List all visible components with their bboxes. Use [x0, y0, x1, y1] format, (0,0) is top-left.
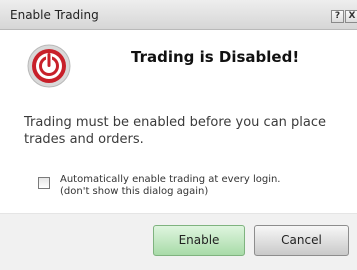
enable-trading-dialog: Enable Trading ? X Trading is Disabled! …	[0, 0, 357, 270]
dialog-message: Trading must be enabled before you can p…	[24, 115, 327, 147]
auto-enable-label[interactable]: Automatically enable trading at every lo…	[60, 174, 281, 198]
auto-enable-checkbox[interactable]	[38, 177, 50, 189]
titlebar: Enable Trading ? X	[0, 0, 357, 30]
auto-enable-label-line2: (don't show this dialog again)	[60, 186, 209, 197]
dialog-heading: Trading is Disabled!	[131, 48, 300, 66]
power-icon	[27, 44, 71, 88]
enable-button[interactable]: Enable	[153, 225, 245, 256]
window-title: Enable Trading	[10, 8, 99, 22]
cancel-button[interactable]: Cancel	[254, 225, 349, 256]
auto-enable-label-line1: Automatically enable trading at every lo…	[60, 174, 281, 185]
help-button[interactable]: ?	[331, 10, 344, 23]
close-button[interactable]: X	[345, 10, 357, 23]
